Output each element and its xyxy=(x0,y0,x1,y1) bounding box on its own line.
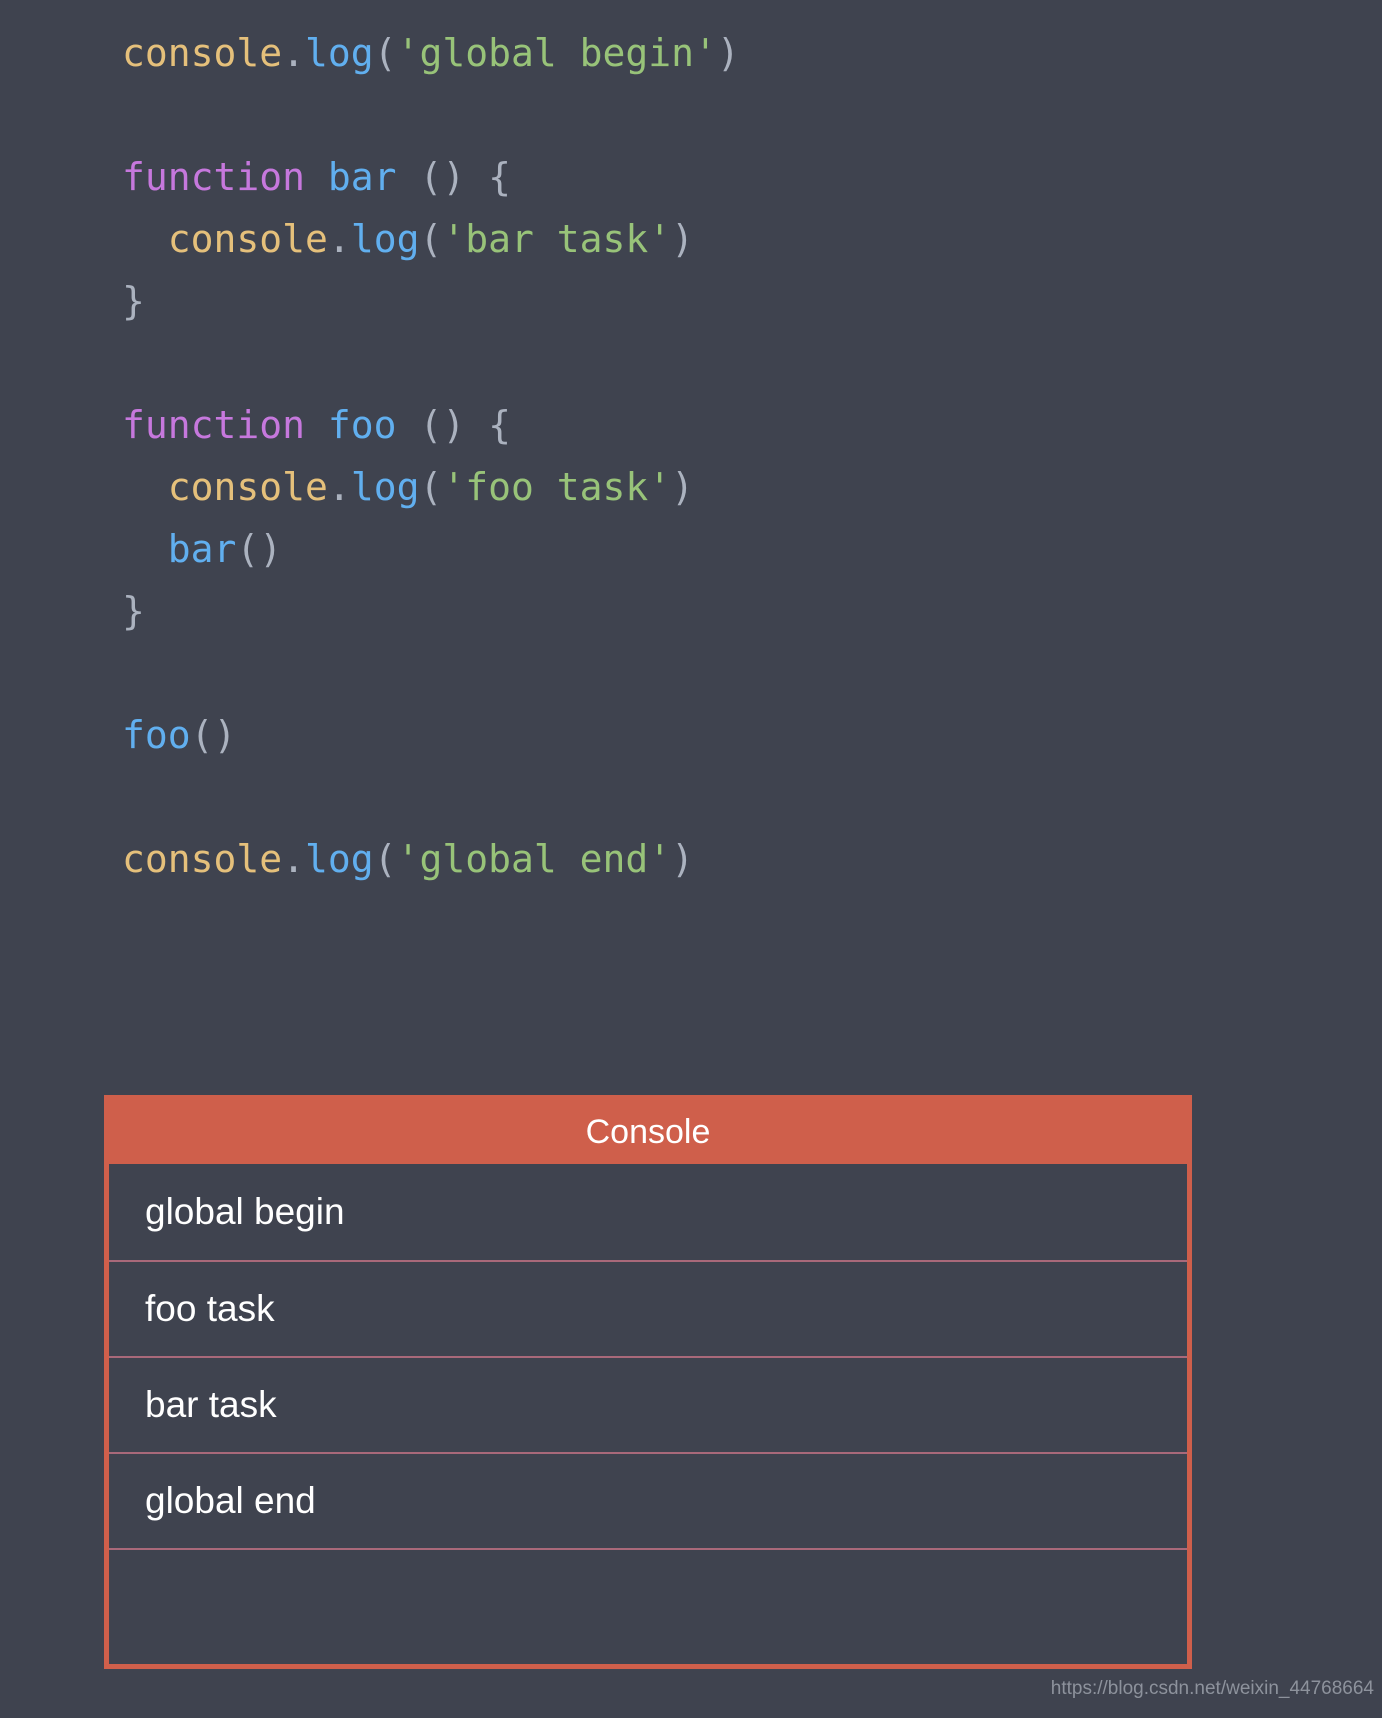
code-token: () { xyxy=(396,155,511,199)
code-token: () { xyxy=(396,403,511,447)
code-token: . xyxy=(282,837,306,881)
code-token: console xyxy=(122,837,283,881)
code-line: console.log('foo task') xyxy=(0,456,1382,518)
console-log-row: global end xyxy=(109,1452,1187,1548)
code-token: () xyxy=(190,713,237,757)
code-token: 'global end' xyxy=(396,837,672,881)
code-token: foo xyxy=(122,713,191,757)
code-token: foo xyxy=(327,403,397,447)
code-token: log xyxy=(305,837,374,881)
code-token: ) xyxy=(716,31,740,75)
code-token: console xyxy=(167,217,328,261)
console-log-text: global end xyxy=(145,1480,316,1521)
code-line: function foo () { xyxy=(0,394,1382,456)
console-log-row: global begin xyxy=(109,1164,1187,1260)
console-log-text: foo task xyxy=(145,1288,275,1329)
code-token: ( xyxy=(419,217,443,261)
code-line: foo() xyxy=(0,704,1382,766)
code-line: } xyxy=(0,580,1382,642)
console-panel-title: Console xyxy=(109,1100,1187,1164)
console-log-text: bar task xyxy=(145,1384,277,1425)
code-token: ) xyxy=(671,465,695,509)
code-token: 'foo task' xyxy=(442,465,672,509)
code-line: bar() xyxy=(0,518,1382,580)
code-token: } xyxy=(122,589,145,633)
code-token: console xyxy=(167,465,328,509)
code-token: log xyxy=(350,465,420,509)
code-editor-pane: console.log('global begin') function bar … xyxy=(0,0,1382,990)
console-output-panel: Console global begin foo task bar task glob… xyxy=(104,1095,1192,1669)
code-line: } xyxy=(0,270,1382,332)
code-lines-container: console.log('global begin') function bar … xyxy=(0,22,1382,890)
code-token: . xyxy=(327,465,351,509)
code-token: ( xyxy=(373,31,397,75)
console-rows-container: global begin foo task bar task global end xyxy=(109,1164,1187,1664)
code-token: 'bar task' xyxy=(442,217,672,261)
code-token: ( xyxy=(373,837,397,881)
code-token: ) xyxy=(671,217,695,261)
code-token: function xyxy=(122,155,306,199)
code-token: function xyxy=(122,403,306,447)
blog-watermark: https://blog.csdn.net/weixin_44768664 xyxy=(1050,1678,1374,1699)
code-token: console xyxy=(122,31,283,75)
code-token: log xyxy=(350,217,420,261)
code-token: ( xyxy=(419,465,443,509)
console-log-row: foo task xyxy=(109,1260,1187,1356)
console-log-text: global begin xyxy=(145,1191,345,1232)
console-log-row: bar task xyxy=(109,1356,1187,1452)
code-line: console.log('bar task') xyxy=(0,208,1382,270)
code-line: function bar () { xyxy=(0,146,1382,208)
code-line: console.log('global begin') xyxy=(0,22,1382,84)
code-token: . xyxy=(282,31,306,75)
code-token: ) xyxy=(671,837,695,881)
code-token: bar xyxy=(167,527,237,571)
code-token: log xyxy=(305,31,374,75)
code-line: console.log('global end') xyxy=(0,828,1382,890)
code-token: } xyxy=(122,279,145,323)
code-token: bar xyxy=(327,155,397,199)
console-log-row xyxy=(109,1548,1187,1664)
code-token: 'global begin' xyxy=(396,31,717,75)
code-token: () xyxy=(236,527,283,571)
code-token: . xyxy=(327,217,351,261)
